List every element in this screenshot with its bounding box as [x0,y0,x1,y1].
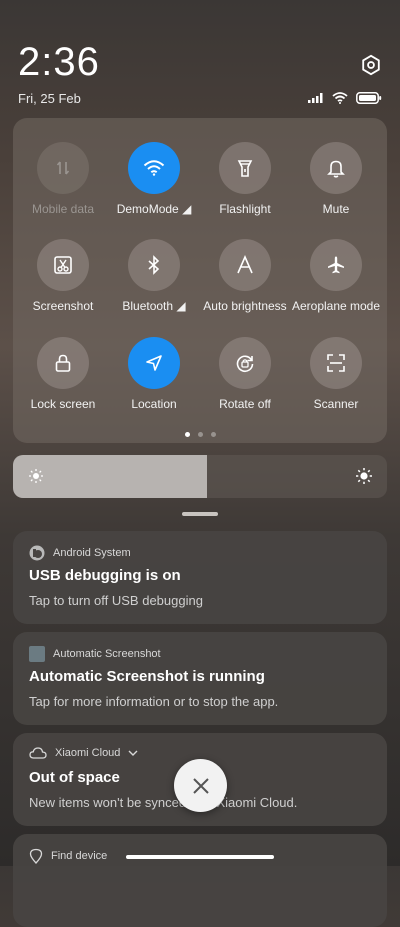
cloud-icon [29,747,47,759]
notification-body: Tap for more information or to stop the … [29,694,279,709]
tile-label: Bluetooth ◢ [122,299,186,313]
tile-demomode[interactable]: DemoMode ◢ [108,142,200,216]
wifi-icon [332,92,348,104]
tile-label: Mobile data [31,202,95,216]
notification-title: Out of space [29,769,120,786]
tile-location[interactable]: Location [108,337,200,411]
tile-label: Aeroplane mode [291,299,381,313]
page-dot [197,432,203,437]
location-icon [146,355,162,371]
notification-title: USB debugging is on [29,567,181,584]
notification-automatic-screenshot[interactable]: Automatic Screenshot Automatic Screensho… [13,632,387,725]
notification-android-system[interactable]: Android System USB debugging is on Tap t… [13,531,387,624]
bell-icon [327,160,345,178]
auto-brightness-icon [237,255,253,274]
notification-body: Tap to turn off USB debugging [29,593,203,608]
tile-flashlight[interactable]: Flashlight [199,142,291,216]
lock-icon [55,354,71,372]
tile-bluetooth[interactable]: Bluetooth ◢ [108,239,200,313]
clear-all-button[interactable] [174,759,227,812]
automatic-screenshot-app-icon [29,646,45,662]
tile-label: Flashlight [219,202,271,216]
notification-body: New items won't be synced with Xiaomi Cl… [29,795,298,810]
tile-lock-screen[interactable]: Lock screen [17,337,109,411]
brightness-slider[interactable] [13,455,387,498]
tile-screenshot[interactable]: Screenshot [17,239,109,313]
tile-label: Auto brightness [203,299,287,313]
close-icon [192,777,209,794]
brightness-high-icon [356,468,372,484]
notification-title: Automatic Screenshot is running [29,668,265,685]
airplane-icon [328,256,344,274]
screenshot-icon [54,256,72,274]
tile-label: Scanner [313,397,359,411]
notification-app-name: Find device [51,850,108,862]
battery-icon [356,92,382,104]
brightness-low-icon [29,469,43,483]
tile-rotate-off[interactable]: Rotate off [199,337,291,411]
notification-find-device[interactable]: Find device [13,834,387,927]
drag-handle[interactable] [182,512,218,516]
page-dot [210,432,216,437]
tile-mobile-data[interactable]: Mobile data [17,142,109,216]
tile-mute[interactable]: Mute [290,142,382,216]
home-indicator[interactable] [126,855,274,859]
tile-label: Rotate off [219,397,271,411]
tile-label: Lock screen [30,397,96,411]
tile-aeroplane-mode[interactable]: Aeroplane mode [290,239,382,313]
rotate-icon [236,355,254,373]
tile-label: Mute [322,202,350,216]
notification-app-name: Automatic Screenshot [53,648,161,660]
system-icons [308,92,382,104]
status-area: 2:36 Fri, 25 Feb [18,40,382,110]
tile-label: Screenshot [32,299,94,313]
location-pin-icon [29,848,43,864]
wifi-icon [143,160,165,176]
settings-icon[interactable] [360,54,382,76]
bluetooth-icon [148,255,160,275]
quick-settings-panel: Mobile data DemoMode ◢ Flashlight Mute S… [13,118,387,443]
scanner-icon [327,354,345,372]
page-indicator [13,432,387,437]
flashlight-icon [237,160,253,177]
date[interactable]: Fri, 25 Feb [18,91,81,106]
clock[interactable]: 2:36 [18,40,100,85]
chevron-down-icon[interactable] [128,749,138,757]
tile-auto-brightness[interactable]: Auto brightness [199,239,291,313]
tile-scanner[interactable]: Scanner [290,337,382,411]
notification-app-name: Xiaomi Cloud [55,747,121,759]
tile-label: DemoMode ◢ [116,202,192,216]
tile-label: Location [131,397,177,411]
signal-icon [308,93,323,103]
android-system-icon [29,545,45,561]
notification-app-name: Android System [53,547,131,559]
page-dot-active [184,432,190,437]
mobile-data-icon [56,161,70,175]
